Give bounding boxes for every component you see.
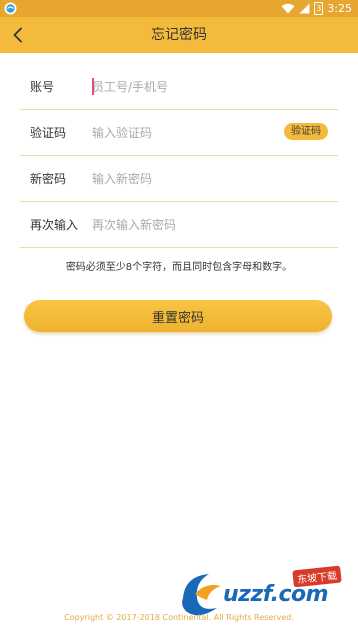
account-row: 账号 [20,64,338,110]
password-hint: 密码必须至少8个字符，而且同时包含字母和数字。 [65,262,293,273]
battery-icon: 3 [314,2,324,15]
new-password-row: 新密码 [20,156,338,202]
app-notification-icon [4,2,17,15]
reset-password-button-label: 重置密码 [151,310,204,326]
confirm-password-row: 再次输入 [20,202,338,248]
back-button[interactable] [4,21,32,49]
status-left [4,2,17,15]
reset-password-form: 账号 验证码 验证码 新密码 再次输入 [20,64,338,248]
copyright: Copyright © 2017-2018 Continental. All R… [64,613,294,622]
verify-code-label: 验证码 [30,126,67,140]
reset-password-button[interactable]: 重置密码 [24,300,332,332]
account-input[interactable] [92,79,338,94]
chevron-left-icon [13,27,22,43]
verify-code-row: 验证码 验证码 [20,110,338,156]
confirm-password-input[interactable] [92,217,338,232]
status-bar: 3 3:25 [0,0,358,17]
account-label: 账号 [30,80,55,94]
wifi-icon [281,3,295,14]
watermark-text: uzzf.com [223,582,329,607]
new-password-label: 新密码 [30,172,67,186]
status-time: 3:25 [327,2,352,15]
status-right: 3 3:25 [281,2,352,15]
page-title: 忘记密码 [151,27,207,43]
watermark-badge: 东坡下载 [292,565,342,588]
signal-icon [299,3,310,14]
new-password-input[interactable] [92,171,338,186]
confirm-password-label: 再次输入 [30,218,79,232]
text-caret [92,78,94,95]
app-bar: 忘记密码 [0,17,358,53]
battery-level: 3 [316,3,322,13]
send-code-button[interactable]: 验证码 [284,123,328,140]
